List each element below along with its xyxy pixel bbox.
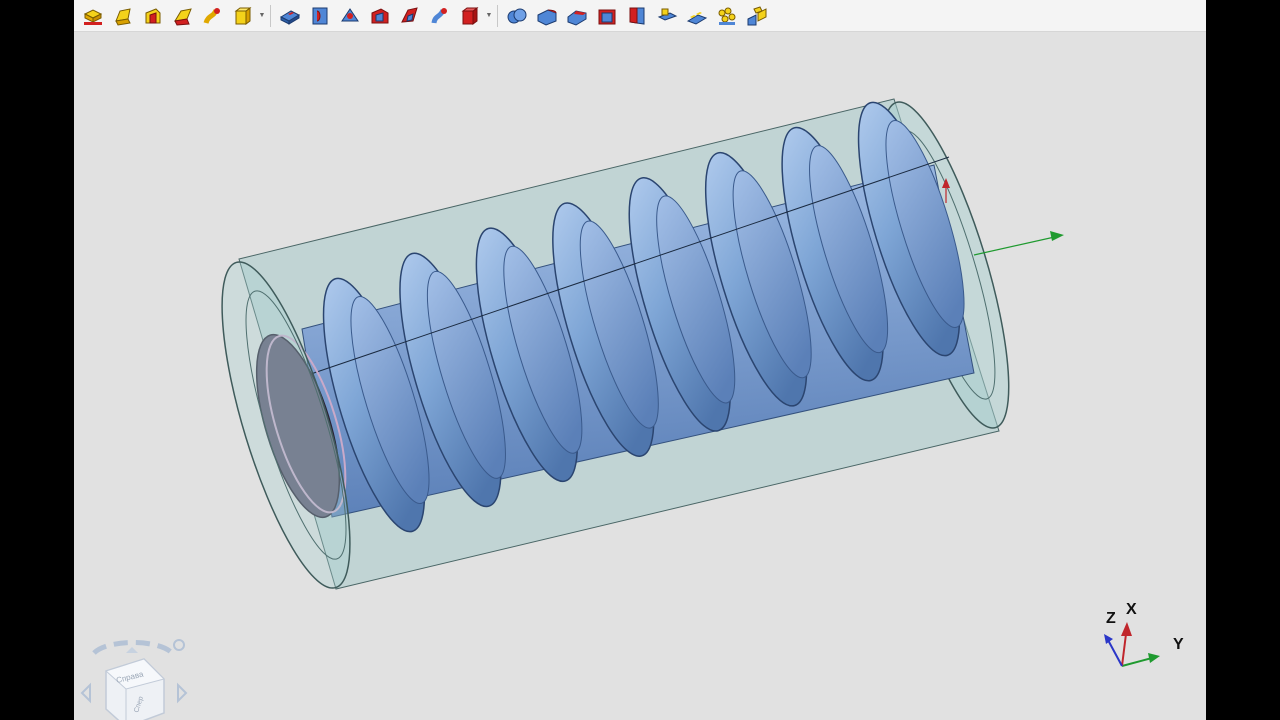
model-axis-y-arrow: [973, 231, 1064, 256]
mirror-button[interactable]: [742, 2, 772, 30]
kinematic-button[interactable]: [138, 2, 168, 30]
cut-rotation-button[interactable]: [305, 2, 335, 30]
shell-button[interactable]: [592, 2, 622, 30]
toolbar-separator: [270, 4, 271, 27]
cut-box-icon: [461, 6, 479, 25]
array-icon: [718, 7, 736, 25]
cut-pipe-button[interactable]: [395, 2, 425, 30]
array-button[interactable]: [712, 2, 742, 30]
axis-label-z: Z: [1106, 610, 1116, 627]
dropdown-arrow-icon[interactable]: ▼: [258, 2, 266, 30]
fillet-icon: [537, 8, 557, 26]
operations-toolbar: ▼ ▼: [74, 0, 1206, 32]
axis-label-x: X: [1126, 601, 1137, 618]
rib-icon: [657, 8, 678, 21]
cut-rotation-icon: [312, 7, 328, 24]
boolean-button[interactable]: [502, 2, 532, 30]
cut-extrusion-button[interactable]: [275, 2, 305, 30]
chamfer-icon: [567, 9, 587, 26]
axis-triad: Z X Y: [1096, 598, 1196, 678]
loft-button[interactable]: [168, 2, 198, 30]
cut-extrusion-icon: [279, 9, 301, 25]
chamfer-button[interactable]: [562, 2, 592, 30]
rib-button[interactable]: [652, 2, 682, 30]
slope-button[interactable]: [622, 2, 652, 30]
rotation-icon: [115, 7, 131, 26]
cut-primitive-button[interactable]: [425, 2, 455, 30]
cut-loft-icon: [371, 7, 389, 23]
cut-box-button[interactable]: [455, 2, 485, 30]
loft-icon: [174, 7, 192, 26]
dropdown-arrow-icon[interactable]: ▼: [485, 2, 493, 30]
rotation-button[interactable]: [108, 2, 138, 30]
thread-button[interactable]: [682, 2, 712, 30]
pipe-icon: [203, 7, 220, 24]
axis-label-y: Y: [1173, 636, 1184, 653]
cut-pipe-icon: [401, 6, 418, 23]
navigation-cube[interactable]: Справа Спер: [74, 631, 192, 720]
extrusion-button[interactable]: [78, 2, 108, 30]
slope-icon: [629, 7, 645, 25]
shell-icon: [598, 9, 616, 24]
3d-viewport[interactable]: Z X Y Справа Спер: [74, 33, 1206, 720]
cut-primitive-icon: [431, 7, 447, 24]
extrusion-icon: [83, 8, 103, 25]
cut-kinematic-button[interactable]: [335, 2, 365, 30]
nav-cube-graphic: Справа Спер: [80, 639, 188, 720]
thread-icon: [686, 11, 708, 25]
pipe-button[interactable]: [198, 2, 228, 30]
cut-loft-button[interactable]: [365, 2, 395, 30]
solid-primitive-button[interactable]: [228, 2, 258, 30]
model-scene: [221, 98, 1064, 590]
fillet-button[interactable]: [532, 2, 562, 30]
cut-kinematic-icon: [341, 7, 359, 21]
mirror-icon: [747, 5, 767, 25]
solid-primitive-icon: [234, 6, 252, 25]
kinematic-icon: [145, 7, 161, 23]
boolean-icon: [507, 8, 527, 23]
toolbar-separator: [497, 4, 498, 27]
cad-application-window: ▼ ▼ Z X Y Справа Спер: [74, 0, 1206, 720]
